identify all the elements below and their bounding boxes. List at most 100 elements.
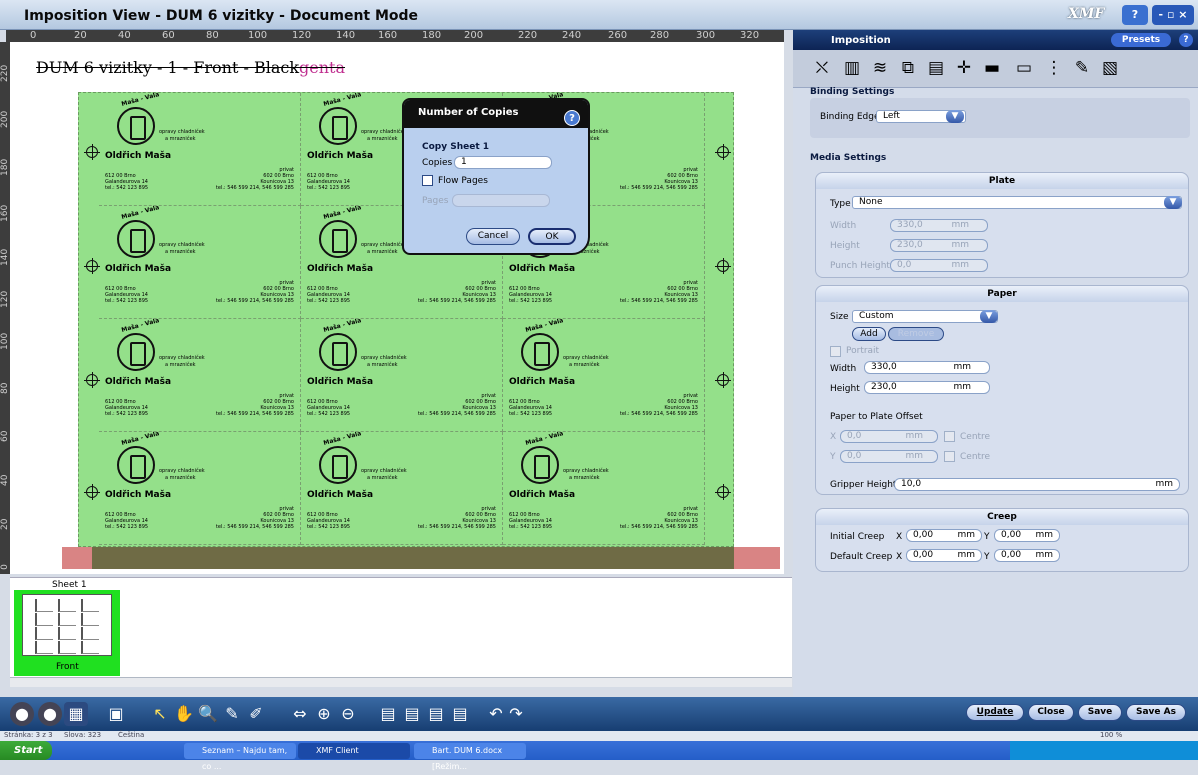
card-tagline: a mrazniček bbox=[165, 362, 196, 368]
edit-icon[interactable]: ✎ bbox=[1070, 56, 1094, 80]
unit: mm bbox=[1155, 479, 1173, 489]
sheet-icon[interactable]: ⧉ bbox=[896, 56, 920, 80]
fit-view-icon[interactable]: ⇔ bbox=[288, 702, 312, 726]
zoom-icon[interactable]: 🔍 bbox=[196, 702, 220, 726]
ruler-tool-icon[interactable]: ✎ bbox=[220, 702, 244, 726]
initial-creep-y-input[interactable]: 0,00 mm bbox=[994, 529, 1060, 542]
color-bar-icon[interactable]: ▬ bbox=[980, 56, 1004, 80]
page-layout-icon[interactable]: ▤ bbox=[448, 702, 472, 726]
paper-size-select[interactable]: Custom bbox=[852, 310, 998, 323]
chevron-down-icon[interactable]: ▼ bbox=[980, 310, 998, 323]
centre-x-checkbox bbox=[944, 431, 955, 442]
plate-type-select[interactable]: None bbox=[852, 196, 1182, 209]
initial-creep-x-input[interactable]: 0,00 mm bbox=[906, 529, 982, 542]
ruler-mark: 180 bbox=[422, 30, 442, 41]
horizontal-scrollbar[interactable] bbox=[10, 677, 792, 687]
view-mode-icon[interactable]: ● bbox=[38, 702, 62, 726]
default-creep-x-value: 0,00 bbox=[913, 550, 934, 560]
help-window-button[interactable]: ? bbox=[1122, 5, 1148, 25]
taskbar-item[interactable]: Seznam – Najdu tam, co ... bbox=[184, 743, 296, 771]
business-card[interactable]: Maša - Vala opravy chladničeka mrazniček O… bbox=[99, 317, 301, 432]
ruler-mark: 140 bbox=[0, 248, 10, 266]
taskbar-item-active[interactable]: XMF Client bbox=[298, 743, 410, 759]
save-as-button[interactable]: Save As bbox=[1126, 704, 1186, 721]
marks-icon[interactable]: ✛ bbox=[952, 56, 976, 80]
size-label: Size bbox=[830, 312, 849, 322]
taskbar-item[interactable]: Bart. DUM 6.docx [Režim... bbox=[414, 743, 526, 771]
registration-mark-icon bbox=[715, 372, 731, 388]
binding-settings-title: Binding Settings bbox=[810, 87, 895, 97]
unit: mm bbox=[951, 260, 969, 270]
text-mark-icon[interactable]: ▭ bbox=[1012, 56, 1036, 80]
layers-icon[interactable]: ▣ bbox=[104, 702, 128, 726]
start-button[interactable]: Start bbox=[0, 741, 52, 760]
chevron-down-icon[interactable]: ▼ bbox=[1164, 196, 1182, 209]
marker-tool-icon[interactable]: ✐ bbox=[244, 702, 268, 726]
thumbnail-card-icon bbox=[81, 599, 99, 612]
thumbnail-card-icon bbox=[81, 613, 99, 626]
help-icon[interactable]: ? bbox=[564, 110, 580, 126]
card-line: tel.: 546 599 214, 546 599 285 bbox=[619, 411, 698, 417]
sheet-thumbnail-preview bbox=[22, 594, 112, 656]
number-of-copies-dialog[interactable]: Number of Copies ? Copy Sheet 1 Copies 1… bbox=[402, 98, 590, 255]
business-card[interactable]: Maša - Vala opravy chladničeka mrazniček O… bbox=[99, 430, 301, 545]
page-icon[interactable]: ▤ bbox=[924, 56, 948, 80]
card-line: tel.: 542 123 895 bbox=[307, 411, 351, 417]
update-button[interactable]: Update bbox=[966, 704, 1024, 721]
logo-arc-text: Maša - Vala bbox=[322, 317, 363, 334]
business-card[interactable]: Maša - Vala opravy chladničeka mrazniček O… bbox=[301, 317, 503, 432]
book-icon[interactable]: ▧ bbox=[1098, 56, 1122, 80]
page-layout-icon[interactable]: ▤ bbox=[376, 702, 400, 726]
paper-width-input[interactable]: 330,0 mm bbox=[864, 361, 990, 374]
card-line: tel.: 542 123 895 bbox=[105, 185, 149, 191]
logo-arc-text: Maša - Vala bbox=[524, 317, 565, 334]
hand-icon[interactable]: ✋ bbox=[172, 702, 196, 726]
cancel-button[interactable]: Cancel bbox=[466, 228, 520, 245]
chevron-down-icon[interactable]: ▼ bbox=[946, 110, 964, 123]
plate-height-input: 230,0 mm bbox=[890, 239, 988, 252]
presets-button[interactable]: Presets bbox=[1111, 33, 1171, 47]
offset-y-label: Y bbox=[830, 452, 836, 462]
business-card[interactable]: Maša - Vala opravy chladničeka mrazniček O… bbox=[503, 317, 705, 432]
window-controls[interactable]: - ▫ × bbox=[1152, 5, 1194, 25]
default-creep-x-input[interactable]: 0,00 mm bbox=[906, 549, 982, 562]
signature-icon[interactable]: ▥ bbox=[840, 56, 864, 80]
business-card[interactable]: Maša - Vala opravy chladničeka mrazniček O… bbox=[301, 430, 503, 545]
pointer-icon[interactable]: ↖ bbox=[148, 702, 172, 726]
card-address-left: 612 00 BrnoGalandeurova 14tel.: 542 123 … bbox=[105, 399, 148, 417]
logo-arc-text: Maša - Vala bbox=[524, 430, 565, 447]
page-layout-icon[interactable]: ▤ bbox=[400, 702, 424, 726]
card-line: tel.: 542 123 895 bbox=[509, 298, 553, 304]
default-creep-y-input[interactable]: 0,00 mm bbox=[994, 549, 1060, 562]
binding-icon[interactable]: ⛌ bbox=[810, 56, 834, 80]
close-button[interactable]: Close bbox=[1028, 704, 1074, 721]
ok-button[interactable]: OK bbox=[528, 228, 576, 245]
save-button[interactable]: Save bbox=[1078, 704, 1122, 721]
type-label: Type bbox=[830, 199, 851, 209]
card-address-left: 612 00 BrnoGalandeurova 14tel.: 542 123 … bbox=[307, 286, 350, 304]
stack-icon[interactable]: ≋ bbox=[868, 56, 892, 80]
grid-view-icon[interactable]: ▦ bbox=[64, 702, 88, 726]
add-button[interactable]: Add bbox=[852, 327, 886, 341]
redo-icon[interactable]: ↷ bbox=[504, 702, 528, 726]
cut-icon[interactable]: ⋮ bbox=[1042, 56, 1066, 80]
card-name: Oldřich Maša bbox=[509, 264, 576, 274]
view-mode-icon[interactable]: ● bbox=[10, 702, 34, 726]
flow-pages-checkbox[interactable] bbox=[422, 175, 433, 186]
page-layout-icon[interactable]: ▤ bbox=[424, 702, 448, 726]
ruler-mark: 300 bbox=[696, 30, 716, 41]
business-card[interactable]: Maša - Vala opravy chladničeka mrazniček O… bbox=[503, 430, 705, 545]
panel-help-icon[interactable]: ? bbox=[1179, 33, 1193, 47]
card-name: Oldřich Maša bbox=[105, 490, 172, 500]
business-card[interactable]: Maša - Vala opravy chladničeka mrazniček O… bbox=[99, 91, 301, 206]
zoom-in-icon[interactable]: ⊕ bbox=[312, 702, 336, 726]
zoom-out-icon[interactable]: ⊖ bbox=[336, 702, 360, 726]
card-line: tel.: 546 599 214, 546 599 285 bbox=[215, 411, 294, 417]
default-creep-x-label: X bbox=[896, 552, 903, 562]
card-address-left: 612 00 BrnoGalandeurova 14tel.: 542 123 … bbox=[509, 399, 552, 417]
copies-input[interactable]: 1 bbox=[454, 156, 552, 169]
thumbnail-card-icon bbox=[81, 641, 99, 654]
business-card[interactable]: Maša - Vala opravy chladničeka mrazniček O… bbox=[99, 204, 301, 319]
gripper-height-input[interactable]: 10,0 mm bbox=[894, 478, 1180, 491]
paper-height-input[interactable]: 230,0 mm bbox=[864, 381, 990, 394]
